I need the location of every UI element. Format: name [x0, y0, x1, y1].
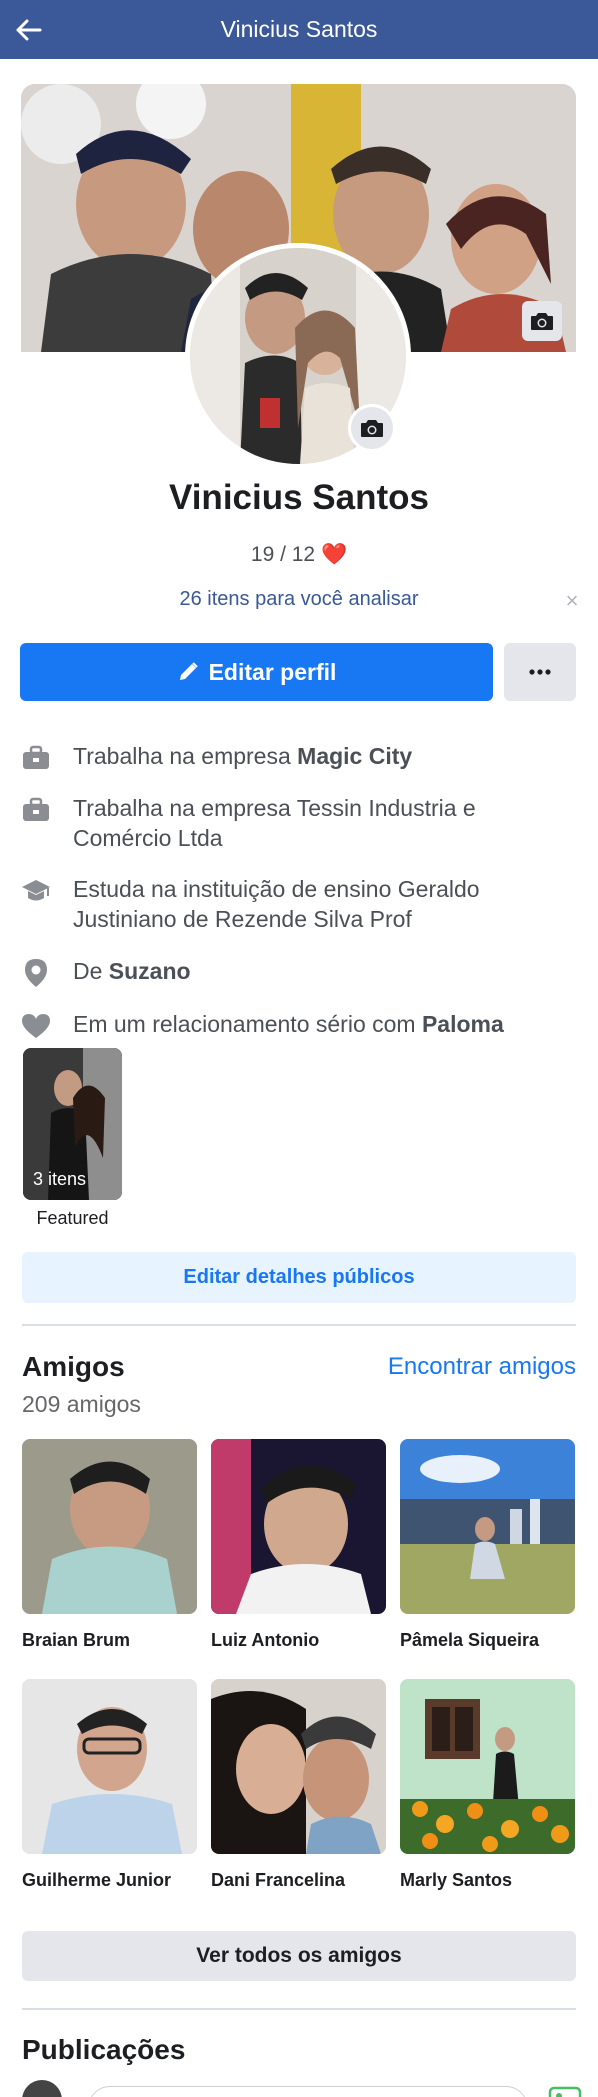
see-all-friends-button[interactable]: Ver todos os amigos [22, 1931, 576, 1981]
friends-count: 209 amigos [22, 1391, 141, 1417]
detail-text: Trabalha na empresa Tessin Industria e C… [73, 795, 476, 851]
edit-profile-button[interactable]: Editar perfil [20, 643, 493, 701]
friend-photo [400, 1439, 575, 1614]
page-title: Vinicius Santos [220, 16, 378, 42]
detail-work-1: Trabalha na empresa Magic City [20, 741, 580, 774]
friend-name: Guilherme Junior [22, 1870, 172, 1890]
detail-bold[interactable]: Suzano [109, 958, 191, 984]
back-arrow-icon[interactable] [12, 13, 46, 47]
edit-public-details-button[interactable]: Editar detalhes públicos [22, 1252, 576, 1303]
graduation-cap-icon [20, 875, 52, 907]
more-options-button[interactable] [504, 643, 576, 701]
profile-camera-icon[interactable] [348, 404, 396, 452]
featured-label: Featured [36, 1208, 109, 1228]
friend-card[interactable]: Guilherme Junior [22, 1679, 197, 1891]
close-icon[interactable]: × [560, 589, 584, 613]
whats-on-your-mind-input[interactable] [88, 2086, 528, 2097]
friend-card[interactable]: Luiz Antonio [211, 1439, 386, 1651]
location-pin-icon [20, 957, 52, 989]
more-dots-icon [529, 669, 551, 675]
divider [22, 2008, 576, 2010]
avatar [22, 2080, 62, 2097]
friend-name: Dani Francelina [211, 1870, 346, 1890]
detail-education: Estuda na instituição de ensino Geraldo … [20, 874, 580, 934]
detail-bold[interactable]: Paloma [422, 1011, 504, 1037]
detail-work-2: Trabalha na empresa Tessin Industria e C… [20, 793, 580, 853]
divider [22, 1324, 576, 1326]
detail-bold[interactable]: Magic City [297, 743, 412, 769]
profile-name: Vinicius Santos [169, 478, 429, 517]
review-items-link[interactable]: 26 itens para você analisar [0, 588, 598, 611]
pencil-icon [179, 662, 198, 680]
detail-prefix: Trabalha na empresa [73, 743, 298, 769]
friend-name: Marly Santos [400, 1870, 513, 1890]
detail-relationship: Em um relacionamento sério com Paloma [20, 1009, 580, 1042]
detail-text: Estuda na instituição de ensino Geraldo … [73, 876, 480, 932]
edit-profile-label: Editar perfil [208, 658, 337, 685]
detail-prefix: Em um relacionamento sério com [73, 1011, 422, 1037]
friend-photo [22, 1679, 197, 1854]
detail-hometown: De Suzano [20, 956, 580, 989]
heart-icon [20, 1010, 52, 1042]
photo-icon[interactable] [548, 2086, 582, 2097]
friend-photo [22, 1439, 197, 1614]
friend-card[interactable]: Dani Francelina [211, 1679, 386, 1891]
cover-camera-icon[interactable] [522, 301, 562, 341]
detail-prefix: De [73, 958, 109, 984]
featured-count: 3 itens [33, 1169, 87, 1189]
friend-photo [211, 1439, 386, 1614]
friend-name: Pâmela Siqueira [400, 1630, 540, 1650]
friends-title: Amigos [22, 1351, 125, 1382]
friend-name: Luiz Antonio [211, 1630, 320, 1650]
friend-photo [400, 1679, 575, 1854]
friend-card[interactable]: Marly Santos [400, 1679, 575, 1891]
profile-bio: 19 / 12 ❤️ [250, 543, 348, 566]
posts-title: Publicações [22, 2034, 186, 2065]
find-friends-link[interactable]: Encontrar amigos [388, 1353, 576, 1381]
friend-photo [211, 1679, 386, 1854]
briefcase-icon [20, 794, 52, 826]
featured-collection[interactable]: 3 itens [23, 1048, 122, 1200]
friend-card[interactable]: Braian Brum [22, 1439, 197, 1651]
briefcase-icon [20, 742, 52, 774]
friend-name: Braian Brum [22, 1630, 131, 1650]
friend-card[interactable]: Pâmela Siqueira [400, 1439, 575, 1651]
top-bar: Vinicius Santos [0, 0, 598, 59]
